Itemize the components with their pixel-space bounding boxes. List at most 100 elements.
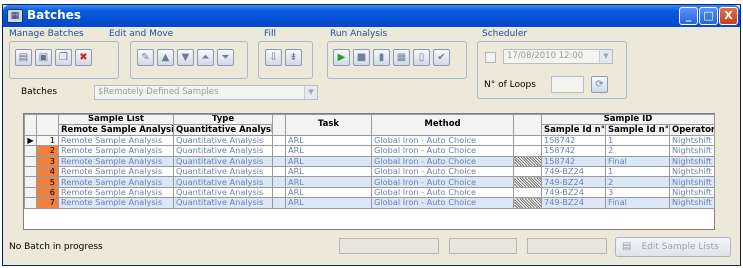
move-top-button[interactable]: ⏶ — [197, 49, 214, 66]
cell-sample-id-n2[interactable]: Final — [605, 197, 670, 209]
cell-sample-id-n1[interactable]: 749-BZ24 — [541, 165, 606, 178]
sample-grid[interactable]: Sample List Type Task Method Sample ID R… — [23, 113, 716, 230]
minimize-button[interactable]: _ — [679, 7, 698, 25]
cell-type[interactable]: Quantitative Analysis — [173, 165, 273, 178]
cell-sample-id-n2[interactable]: Final — [605, 155, 670, 167]
scheduler-datetime-select[interactable]: 17/08/2010 12:00 ▼ — [503, 49, 613, 64]
cell-operator[interactable]: Nightshift — [668, 176, 716, 188]
chevron-down-icon[interactable]: ▼ — [599, 50, 612, 63]
cell-type[interactable]: Quantitative Analysis — [173, 176, 273, 188]
table-row[interactable]: 3 Remote Sample Analysis Quantitative An… — [24, 155, 716, 167]
cell-operator[interactable]: Nightshift — [668, 165, 716, 178]
header-sample-id[interactable]: Sample ID — [540, 113, 716, 126]
cell-task[interactable]: ARL — [285, 176, 372, 188]
loops-apply-button[interactable]: ⟳ — [591, 76, 608, 93]
row-number[interactable]: 4 — [36, 165, 59, 178]
row-number[interactable]: 3 — [36, 155, 59, 167]
cell-method[interactable]: Global Iron - Auto Choice — [371, 155, 514, 167]
table-row[interactable]: 6 Remote Sample Analysis Quantitative An… — [24, 186, 716, 199]
cell-method[interactable]: Global Iron - Auto Choice — [371, 197, 514, 209]
cell-sample-id-n1[interactable]: 158742 — [541, 145, 606, 157]
pause-button[interactable]: ▮ — [373, 49, 390, 66]
cell-task[interactable]: ARL — [285, 134, 372, 147]
cell-sample-id-n1[interactable]: 749-BZ24 — [541, 176, 606, 188]
close-button[interactable]: X — [719, 7, 738, 25]
cell-method[interactable]: Global Iron - Auto Choice — [371, 176, 514, 188]
edit-sample-lists-button[interactable]: ▤ Edit Sample Lists — [615, 237, 731, 257]
cell-operator[interactable]: Nightshift — [668, 134, 716, 147]
cell-sample-list[interactable]: Remote Sample Analysis — [58, 134, 174, 147]
header-method[interactable]: Method — [371, 114, 514, 136]
move-up-button[interactable]: ▲ — [157, 49, 174, 66]
row-number[interactable]: 1 — [36, 134, 59, 147]
table-row[interactable]: 5 Remote Sample Analysis Quantitative An… — [24, 176, 716, 188]
maximize-button[interactable]: □ — [699, 7, 718, 25]
cell-method[interactable]: Global Iron - Auto Choice — [371, 145, 514, 157]
cell-sample-id-n1[interactable]: 749-BZ24 — [541, 186, 606, 199]
move-bottom-button[interactable]: ⏷ — [217, 49, 234, 66]
delete-batch-button[interactable]: ✖ — [75, 49, 92, 66]
row-selector-marker[interactable] — [24, 165, 37, 178]
row-selector-marker[interactable] — [24, 176, 37, 188]
cell-operator[interactable]: Nightshift — [668, 186, 716, 199]
multi-page-button[interactable]: ▦ — [393, 49, 410, 66]
cell-task[interactable]: ARL — [285, 165, 372, 178]
fill-series-button[interactable]: ⇟ — [285, 49, 302, 66]
cell-sample-list[interactable]: Remote Sample Analysis — [58, 197, 174, 209]
cell-sample-id-n2[interactable]: 1 — [605, 165, 670, 178]
title-bar[interactable]: ▦ Batches _ □ X — [3, 5, 740, 27]
header-sample-id-n2[interactable]: Sample Id n°2 — [605, 124, 670, 136]
open-batch-button[interactable]: ▤ — [15, 49, 32, 66]
cell-type[interactable]: Quantitative Analysis — [173, 197, 273, 209]
header-sample-id-n1[interactable]: Sample Id n°1 — [541, 124, 606, 136]
save-batch-button[interactable]: ▣ — [35, 49, 52, 66]
table-row[interactable]: 2 Remote Sample Analysis Quantitative An… — [24, 145, 716, 157]
move-down-button[interactable]: ▼ — [177, 49, 194, 66]
table-row[interactable]: 7 Remote Sample Analysis Quantitative An… — [24, 197, 716, 209]
header-remote-sample-analysis[interactable]: Remote Sample Analysis — [58, 124, 174, 136]
cell-task[interactable]: ARL — [285, 145, 372, 157]
single-page-button[interactable]: ▯ — [413, 49, 430, 66]
row-number[interactable]: 2 — [36, 145, 59, 157]
header-type[interactable]: Type — [173, 113, 273, 126]
cell-sample-list[interactable]: Remote Sample Analysis — [58, 145, 174, 157]
cell-method[interactable]: Global Iron - Auto Choice — [371, 165, 514, 178]
cell-sample-list[interactable]: Remote Sample Analysis — [58, 186, 174, 199]
cell-sample-id-n2[interactable]: 1 — [605, 134, 670, 147]
play-button[interactable]: ▶ — [333, 49, 350, 66]
edit-row-button[interactable]: ✎ — [137, 49, 154, 66]
cell-method[interactable]: Global Iron - Auto Choice — [371, 134, 514, 147]
cell-sample-id-n1[interactable]: 158742 — [541, 134, 606, 147]
row-selector-marker[interactable] — [24, 145, 37, 157]
loops-input[interactable] — [551, 76, 584, 93]
row-number[interactable]: 6 — [36, 186, 59, 199]
cell-sample-id-n2[interactable]: 2 — [605, 145, 670, 157]
header-task[interactable]: Task — [285, 114, 372, 136]
row-number[interactable]: 5 — [36, 176, 59, 188]
table-row[interactable]: 4 Remote Sample Analysis Quantitative An… — [24, 165, 716, 178]
copy-batch-button[interactable]: ❐ — [55, 49, 72, 66]
cell-sample-list[interactable]: Remote Sample Analysis — [58, 155, 174, 167]
row-selector-marker[interactable]: ▶ — [24, 134, 37, 147]
cell-sample-id-n2[interactable]: 2 — [605, 176, 670, 188]
cell-sample-list[interactable]: Remote Sample Analysis — [58, 176, 174, 188]
cell-task[interactable]: ARL — [285, 155, 372, 167]
cell-type[interactable]: Quantitative Analysis — [173, 155, 273, 167]
cell-sample-list[interactable]: Remote Sample Analysis — [58, 165, 174, 178]
row-selector-marker[interactable] — [24, 155, 37, 167]
row-selector-marker[interactable] — [24, 186, 37, 199]
cell-task[interactable]: ARL — [285, 186, 372, 199]
chevron-down-icon[interactable]: ▼ — [304, 86, 317, 99]
row-selector-marker[interactable] — [24, 197, 37, 209]
cell-sample-id-n2[interactable]: 3 — [605, 186, 670, 199]
cell-method[interactable]: Global Iron - Auto Choice — [371, 186, 514, 199]
validate-button[interactable]: ✔ — [433, 49, 450, 66]
cell-operator[interactable]: Nightshift — [668, 145, 716, 157]
cell-sample-id-n1[interactable]: 749-BZ24 — [541, 197, 606, 209]
cell-sample-id-n1[interactable]: 158742 — [541, 155, 606, 167]
cell-task[interactable]: ARL — [285, 197, 372, 209]
scheduler-enable-checkbox[interactable] — [485, 52, 496, 63]
cell-operator[interactable]: Nightshift — [668, 197, 716, 209]
cell-operator[interactable]: Nightshift — [668, 155, 716, 167]
cell-type[interactable]: Quantitative Analysis — [173, 186, 273, 199]
